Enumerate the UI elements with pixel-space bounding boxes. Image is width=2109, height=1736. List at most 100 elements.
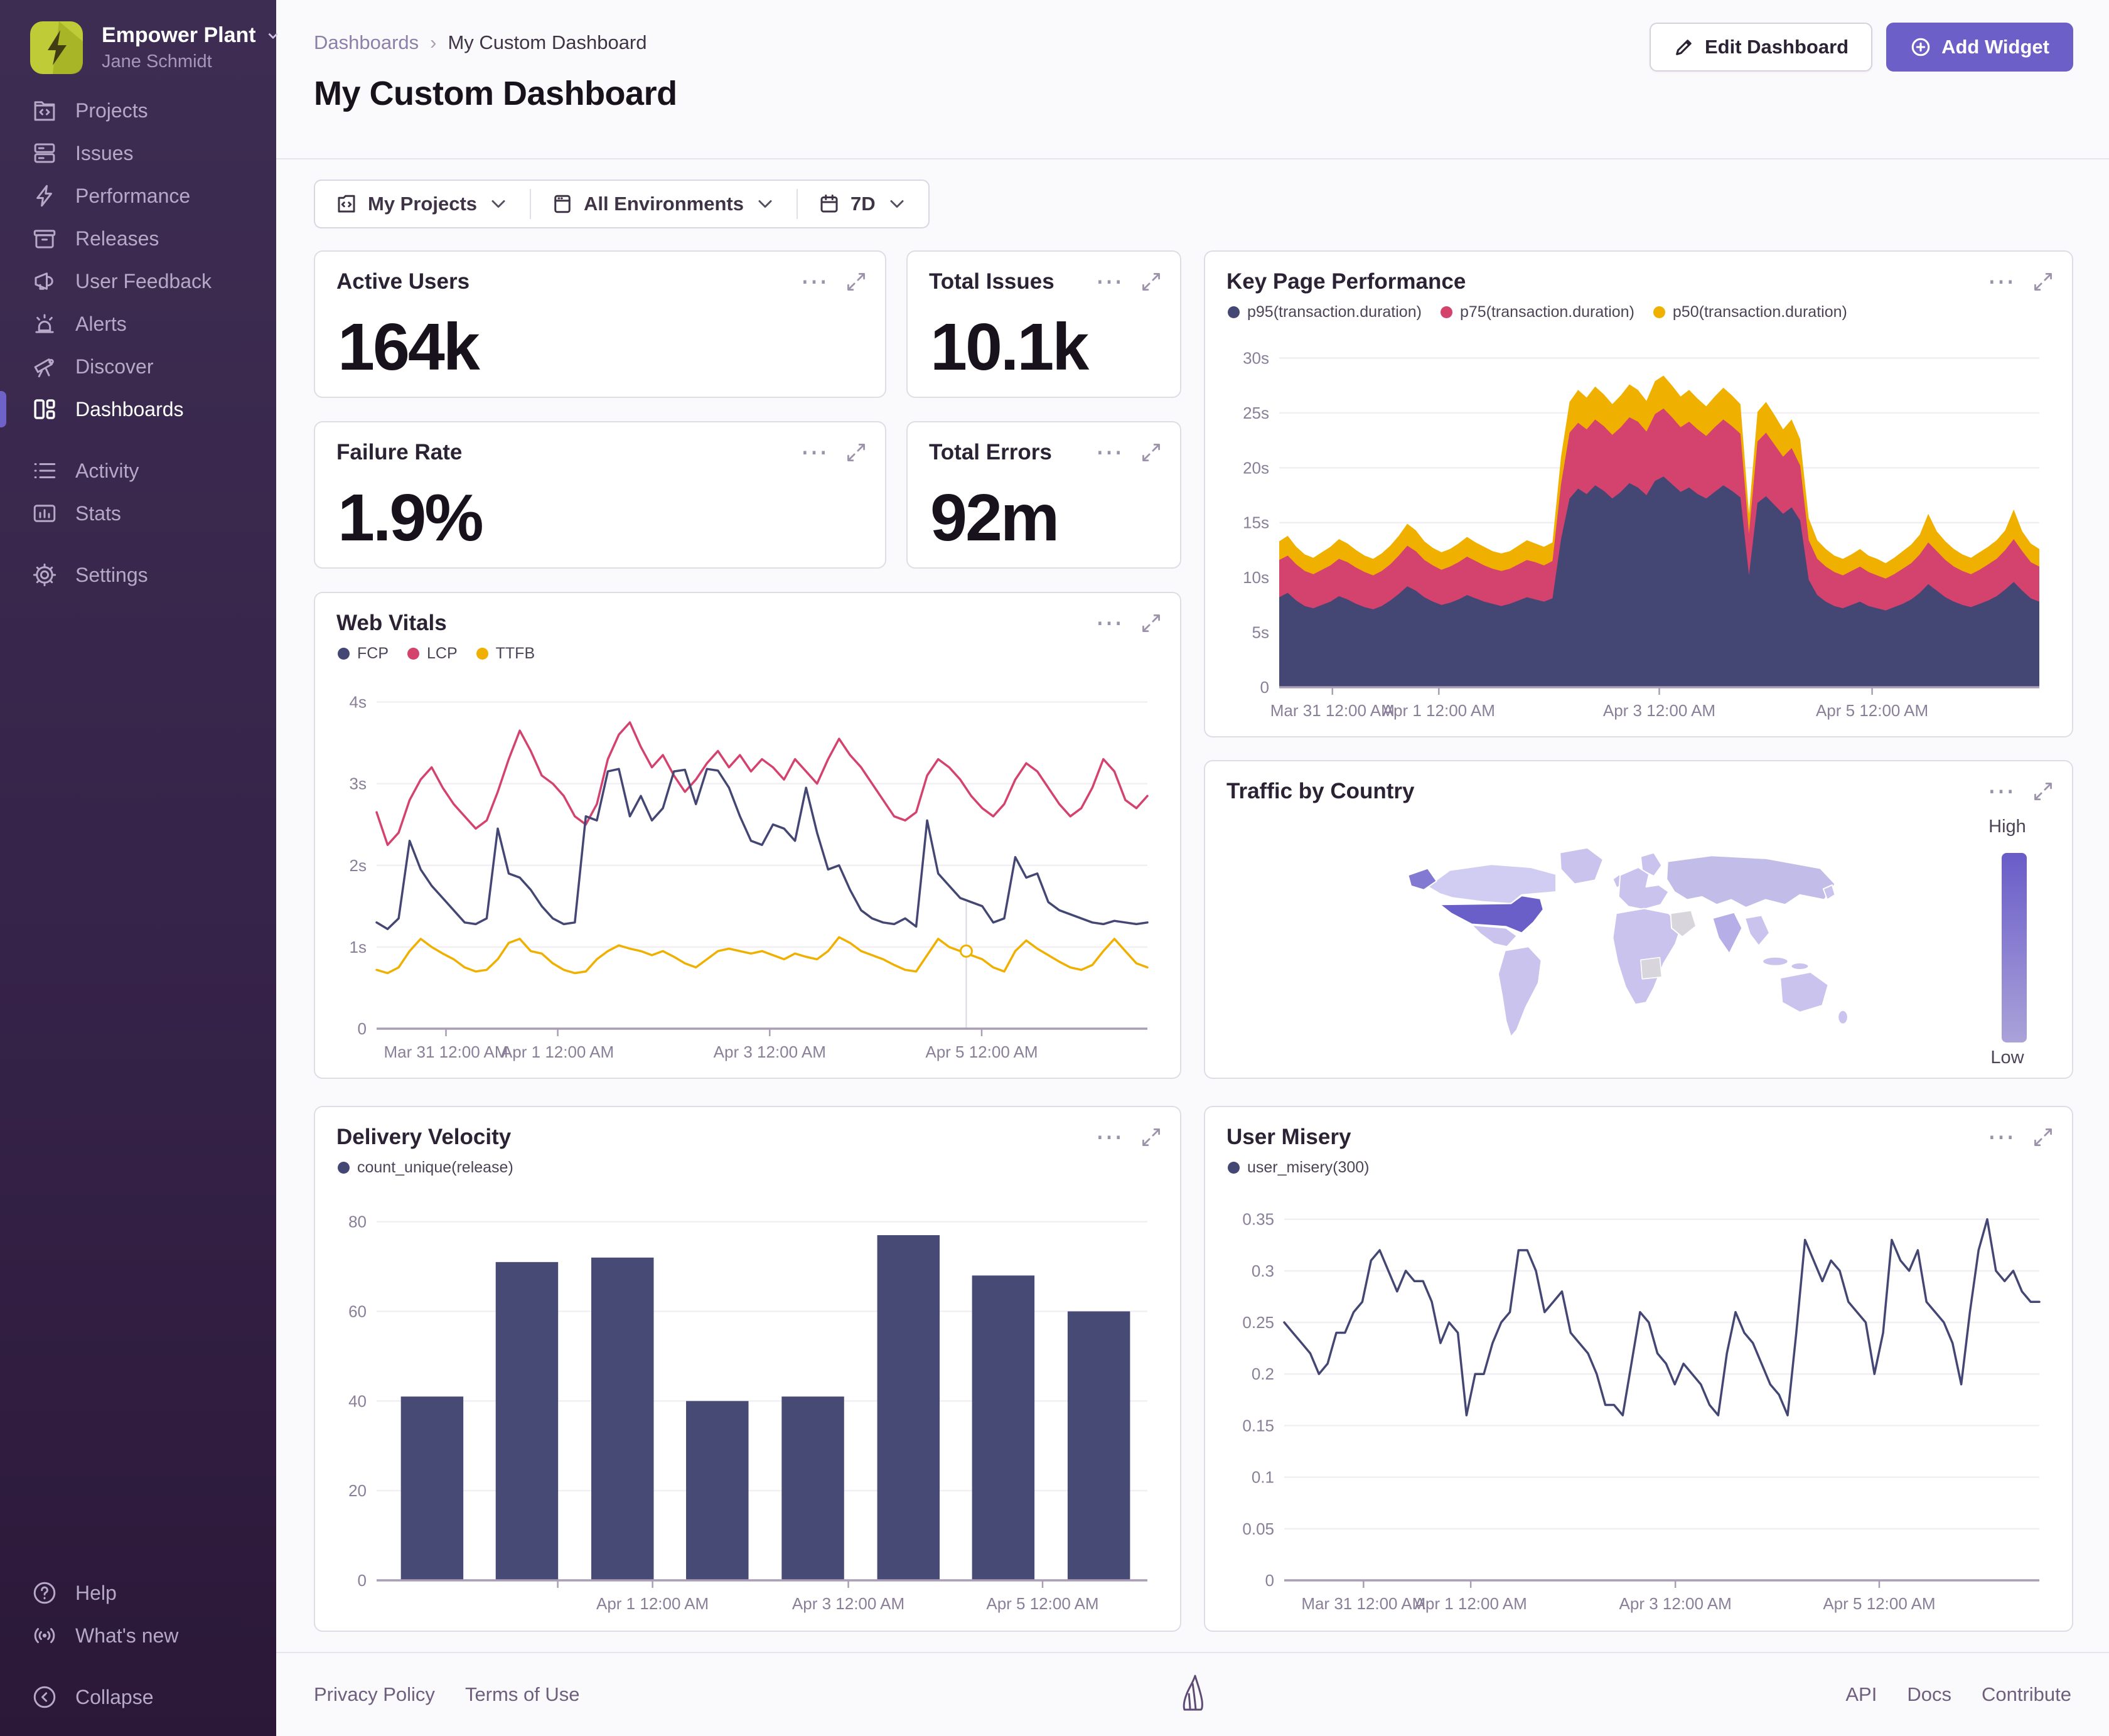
sidebar-item-projects[interactable]: Projects (0, 89, 276, 132)
legend-item[interactable]: count_unique(release) (338, 1159, 513, 1177)
breadcrumb-dashboards-link[interactable]: Dashboards (314, 31, 419, 54)
svg-text:20: 20 (348, 1481, 367, 1500)
project-filter[interactable]: My Projects (315, 181, 530, 227)
widget-menu-icon[interactable]: ⋯ (1095, 609, 1125, 637)
legend-item[interactable]: p50(transaction.duration) (1653, 303, 1847, 321)
expand-icon[interactable] (1141, 442, 1161, 463)
svg-text:60: 60 (348, 1302, 367, 1321)
svg-text:2s: 2s (350, 856, 367, 875)
expand-icon[interactable] (1141, 1127, 1161, 1147)
user-misery-chart[interactable]: 0 0.05 0.1 0.15 0.2 0.25 0.3 0.35 Mar 31 12:00 A… (1226, 1195, 2051, 1617)
sidebar-item-discover[interactable]: Discover (0, 345, 276, 388)
svg-text:4s: 4s (350, 693, 367, 712)
widget-traffic-by-country: Traffic by Country ⋯ High Low (1204, 760, 2073, 1079)
widget-menu-icon[interactable]: ⋯ (1095, 1123, 1125, 1151)
org-name[interactable]: Empower Plant (102, 23, 281, 48)
pencil-icon (1676, 40, 1692, 55)
org-name-label: Empower Plant (102, 23, 256, 47)
date-range-filter[interactable]: 7D (798, 181, 928, 227)
expand-icon[interactable] (1141, 272, 1161, 292)
docs-link[interactable]: Docs (1907, 1683, 1951, 1706)
widget-title: Failure Rate (336, 440, 463, 464)
legend-item[interactable]: FCP (338, 645, 389, 663)
org-switcher[interactable]: Empower Plant Jane Schmidt (28, 19, 281, 77)
legend-label: count_unique(release) (357, 1159, 513, 1176)
expand-icon[interactable] (846, 442, 866, 463)
sidebar-item-label: What's new (75, 1624, 179, 1647)
privacy-policy-link[interactable]: Privacy Policy (314, 1683, 435, 1706)
key-page-performance-chart[interactable]: 0 5s 10s 15s 20s 25s 30s Mar 31 12:00 AMApr 1 1… (1226, 338, 2051, 724)
widget-menu-icon[interactable]: ⋯ (1987, 268, 2017, 296)
sidebar-item-user-feedback[interactable]: User Feedback (0, 260, 276, 303)
widget-menu-icon[interactable]: ⋯ (800, 439, 830, 466)
releases-icon (33, 230, 56, 249)
collapse-icon (33, 1686, 56, 1708)
svg-text:5s: 5s (1252, 623, 1269, 642)
sidebar-item-label: Stats (75, 501, 121, 525)
sidebar-item-settings[interactable]: Settings (0, 554, 276, 596)
dashboard-page: Empower Plant Jane Schmidt Projects Issu… (0, 0, 2109, 1736)
widget-menu-icon[interactable]: ⋯ (800, 268, 830, 296)
sidebar-item-collapse[interactable]: Collapse (0, 1676, 276, 1718)
delivery-velocity-chart[interactable]: 0 20 40 60 80 Apr 1 12:00 AM Apr 3 12:00 AM Apr… (336, 1195, 1159, 1617)
expand-icon[interactable] (2033, 1127, 2053, 1147)
map-sea (1744, 914, 1771, 946)
terms-of-use-link[interactable]: Terms of Use (465, 1683, 580, 1706)
svg-text:0.35: 0.35 (1242, 1210, 1274, 1229)
svg-text:20s: 20s (1243, 458, 1269, 477)
legend-label: user_misery(300) (1247, 1159, 1370, 1176)
map-congo (1640, 956, 1663, 980)
sidebar-nav: Projects Issues Performance Releases Use… (0, 89, 276, 596)
footer-left-links: Privacy Policy Terms of Use (314, 1683, 580, 1706)
widget-menu-icon[interactable]: ⋯ (1987, 1123, 2017, 1151)
web-vitals-chart[interactable]: 0 1s 2s 3s 4s Mar 31 12:00 AMApr 1 12:00 AM Ap… (336, 681, 1159, 1065)
add-widget-button[interactable]: Add Widget (1886, 23, 2073, 72)
sidebar-item-label: User Feedback (75, 269, 212, 292)
sidebar-item-whats-new[interactable]: What's new (0, 1614, 276, 1657)
sidebar-item-issues[interactable]: Issues (0, 132, 276, 174)
legend-label: p75(transaction.duration) (1459, 303, 1634, 321)
expand-icon[interactable] (1141, 613, 1161, 633)
edit-dashboard-label: Edit Dashboard (1704, 36, 1849, 58)
filter-bar: My Projects All Environments 7D (314, 179, 930, 228)
projects-icon (34, 101, 55, 121)
widget-web-vitals: Web Vitals ⋯ FCP LCP TTFB 0 1s 2s 3s 4s Mar 31 … (314, 592, 1181, 1079)
sidebar-item-releases[interactable]: Releases (0, 217, 276, 260)
widget-menu-icon[interactable]: ⋯ (1095, 439, 1125, 466)
sentry-logo[interactable] (1173, 1662, 1213, 1732)
topbar-buttons: Edit Dashboard Add Widget (1649, 23, 2073, 72)
widget-menu-icon[interactable]: ⋯ (1095, 268, 1125, 296)
legend-dot (338, 1162, 350, 1174)
legend-label: LCP (427, 645, 458, 662)
widget-big-number: 92m (930, 481, 1060, 555)
svg-text:0: 0 (358, 1571, 367, 1590)
legend-label: FCP (357, 645, 389, 662)
chevron-down-icon (268, 33, 278, 39)
expand-icon[interactable] (2033, 781, 2053, 801)
edit-dashboard-button[interactable]: Edit Dashboard (1649, 23, 1873, 72)
sidebar-item-alerts[interactable]: Alerts (0, 303, 276, 345)
legend-item[interactable]: p95(transaction.duration) (1228, 303, 1422, 321)
legend-item[interactable]: p75(transaction.duration) (1440, 303, 1634, 321)
world-map[interactable] (1393, 835, 1883, 1055)
sidebar-item-performance[interactable]: Performance (0, 174, 276, 217)
sidebar-item-activity[interactable]: Activity (0, 449, 276, 492)
expand-icon[interactable] (2033, 272, 2053, 292)
sidebar-item-help[interactable]: Help (0, 1572, 276, 1614)
widget-title: Total Issues (929, 269, 1054, 294)
environment-filter[interactable]: All Environments (531, 181, 797, 227)
sidebar-item-label: Dashboards (75, 397, 184, 421)
environment-filter-label: All Environments (584, 193, 744, 215)
widget-menu-icon[interactable]: ⋯ (1987, 778, 2017, 805)
svg-text:0.05: 0.05 (1242, 1519, 1274, 1538)
legend-item[interactable]: user_misery(300) (1228, 1159, 1370, 1177)
widget-title: Key Page Performance (1226, 269, 1466, 294)
contribute-link[interactable]: Contribute (1982, 1683, 2071, 1706)
page-footer: Privacy Policy Terms of Use API Docs Con… (276, 1652, 2109, 1736)
sidebar-item-dashboards[interactable]: Dashboards (0, 388, 276, 431)
api-link[interactable]: API (1845, 1683, 1877, 1706)
legend-item[interactable]: TTFB (476, 645, 535, 663)
expand-icon[interactable] (846, 272, 866, 292)
sidebar-item-stats[interactable]: Stats (0, 492, 276, 535)
legend-item[interactable]: LCP (407, 645, 458, 663)
